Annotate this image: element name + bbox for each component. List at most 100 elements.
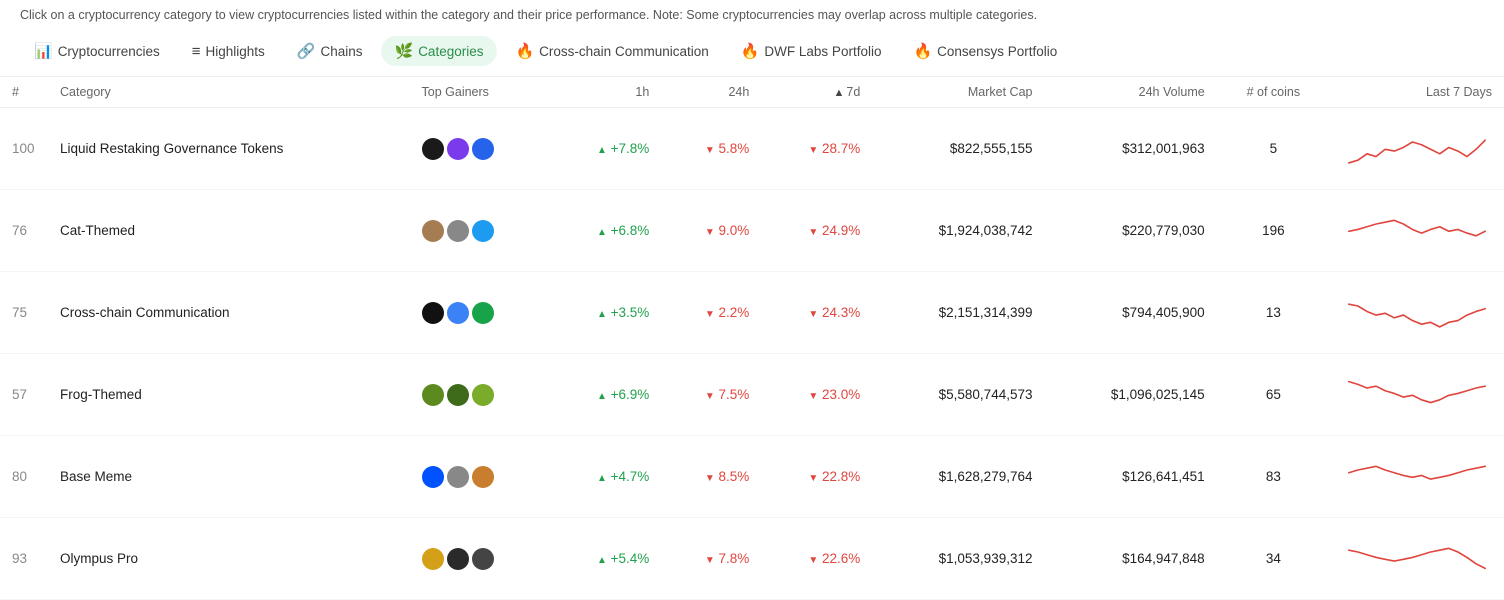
coin-icon: [472, 138, 494, 160]
h1-cell: ▲ +5.4%: [550, 518, 662, 600]
top-gainers-cell: [410, 436, 550, 518]
coins-cell: 65: [1217, 354, 1330, 436]
table-row[interactable]: 93 Olympus Pro ▲ +5.4% ▼ 7.8% ▼ 22.6% $1…: [0, 518, 1504, 600]
nav-label-categories: Categories: [418, 44, 483, 59]
chart-cell: [1330, 190, 1504, 272]
nav-bar: 📊 Cryptocurrencies ≡ Highlights 🔗Chains 🌿 Cate…: [0, 26, 1504, 77]
nav-item-consensys[interactable]: 🔥Consensys Portfolio: [899, 36, 1071, 66]
coins-cell: 5: [1217, 108, 1330, 190]
nav-item-cross-chain[interactable]: 🔥Cross-chain Communication: [501, 36, 722, 66]
coin-icon: [422, 220, 444, 242]
h24-cell: ▼ 7.8%: [661, 518, 761, 600]
top-gainers-cell: [410, 272, 550, 354]
chart-cell: [1330, 272, 1504, 354]
top-gainers-cell: [410, 354, 550, 436]
nav-item-dwf[interactable]: 🔥 DWF Labs Portfolio: [727, 36, 896, 66]
top-gainers-cell: [410, 518, 550, 600]
col-7d[interactable]: ▲7d: [761, 77, 872, 108]
category-cell: Cross-chain Communication: [48, 272, 410, 354]
coin-icon: [422, 466, 444, 488]
nav-icon-cryptocurrencies: 📊: [34, 42, 53, 60]
page-note: Click on a cryptocurrency category to vi…: [0, 0, 1504, 26]
market-cap-cell: $2,151,314,399: [872, 272, 1044, 354]
d7-cell: ▼ 24.9%: [761, 190, 872, 272]
coin-icon: [472, 384, 494, 406]
nav-icon-categories: 🌿: [395, 42, 414, 60]
nav-item-chains[interactable]: 🔗Chains: [283, 36, 377, 66]
icons-group: [422, 466, 538, 488]
h24-cell: ▼ 5.8%: [661, 108, 761, 190]
icons-group: [422, 138, 538, 160]
col-rank: #: [0, 77, 48, 108]
icons-group: [422, 302, 538, 324]
volume-cell: $126,641,451: [1044, 436, 1216, 518]
nav-item-categories[interactable]: 🌿 Categories: [381, 36, 498, 66]
chart-cell: [1330, 354, 1504, 436]
rank-cell: 80: [0, 436, 48, 518]
top-gainers-cell: [410, 108, 550, 190]
d7-cell: ▼ 24.3%: [761, 272, 872, 354]
rank-cell: 57: [0, 354, 48, 436]
nav-label-cross-chain: Cross-chain Communication: [539, 44, 709, 59]
table-container: # Category Top Gainers 1h 24h ▲7d Market…: [0, 77, 1504, 600]
coin-icon: [422, 138, 444, 160]
volume-cell: $312,001,963: [1044, 108, 1216, 190]
volume-cell: $1,096,025,145: [1044, 354, 1216, 436]
table-row[interactable]: 76 Cat-Themed ▲ +6.8% ▼ 9.0% ▼ 24.9% $1,…: [0, 190, 1504, 272]
h1-cell: ▲ +6.9%: [550, 354, 662, 436]
nav-label-chains: Chains: [320, 44, 362, 59]
coin-icon: [447, 138, 469, 160]
coin-icon: [422, 384, 444, 406]
coin-icon: [472, 220, 494, 242]
coin-icon: [422, 548, 444, 570]
h24-cell: ▼ 8.5%: [661, 436, 761, 518]
nav-item-cryptocurrencies[interactable]: 📊 Cryptocurrencies: [20, 36, 174, 66]
coin-icon: [447, 384, 469, 406]
rank-cell: 75: [0, 272, 48, 354]
coin-icon: [447, 220, 469, 242]
h1-cell: ▲ +7.8%: [550, 108, 662, 190]
market-cap-cell: $1,628,279,764: [872, 436, 1044, 518]
coins-cell: 13: [1217, 272, 1330, 354]
nav-icon-highlights: ≡: [192, 43, 201, 60]
table-row[interactable]: 75 Cross-chain Communication ▲ +3.5% ▼ 2…: [0, 272, 1504, 354]
icons-group: [422, 548, 538, 570]
d7-cell: ▼ 23.0%: [761, 354, 872, 436]
category-cell: Olympus Pro: [48, 518, 410, 600]
rank-cell: 76: [0, 190, 48, 272]
table-body: 100 Liquid Restaking Governance Tokens ▲…: [0, 108, 1504, 600]
category-cell: Frog-Themed: [48, 354, 410, 436]
coins-cell: 83: [1217, 436, 1330, 518]
coin-icon: [422, 302, 444, 324]
volume-cell: $164,947,848: [1044, 518, 1216, 600]
nav-label-cryptocurrencies: Cryptocurrencies: [58, 44, 160, 59]
rank-cell: 100: [0, 108, 48, 190]
table-row[interactable]: 80 Base Meme ▲ +4.7% ▼ 8.5% ▼ 22.8% $1,6…: [0, 436, 1504, 518]
h1-cell: ▲ +4.7%: [550, 436, 662, 518]
col-last7: Last 7 Days: [1330, 77, 1504, 108]
top-gainers-cell: [410, 190, 550, 272]
category-cell: Cat-Themed: [48, 190, 410, 272]
market-cap-cell: $1,924,038,742: [872, 190, 1044, 272]
h24-cell: ▼ 2.2%: [661, 272, 761, 354]
category-cell: Liquid Restaking Governance Tokens: [48, 108, 410, 190]
nav-label-highlights: Highlights: [206, 44, 265, 59]
d7-cell: ▼ 22.8%: [761, 436, 872, 518]
icons-group: [422, 220, 538, 242]
volume-cell: $220,779,030: [1044, 190, 1216, 272]
col-24h: 24h: [661, 77, 761, 108]
volume-cell: $794,405,900: [1044, 272, 1216, 354]
table-row[interactable]: 100 Liquid Restaking Governance Tokens ▲…: [0, 108, 1504, 190]
coin-icon: [472, 548, 494, 570]
nav-item-highlights[interactable]: ≡ Highlights: [178, 37, 279, 66]
table-row[interactable]: 57 Frog-Themed ▲ +6.9% ▼ 7.5% ▼ 23.0% $5…: [0, 354, 1504, 436]
col-coins: # of coins: [1217, 77, 1330, 108]
chart-cell: [1330, 108, 1504, 190]
col-category: Category: [48, 77, 410, 108]
col-volume: 24h Volume: [1044, 77, 1216, 108]
icons-group: [422, 384, 538, 406]
chart-cell: [1330, 518, 1504, 600]
market-cap-cell: $822,555,155: [872, 108, 1044, 190]
nav-icon-dwf: 🔥: [741, 42, 760, 60]
nav-label-dwf: DWF Labs Portfolio: [764, 44, 881, 59]
